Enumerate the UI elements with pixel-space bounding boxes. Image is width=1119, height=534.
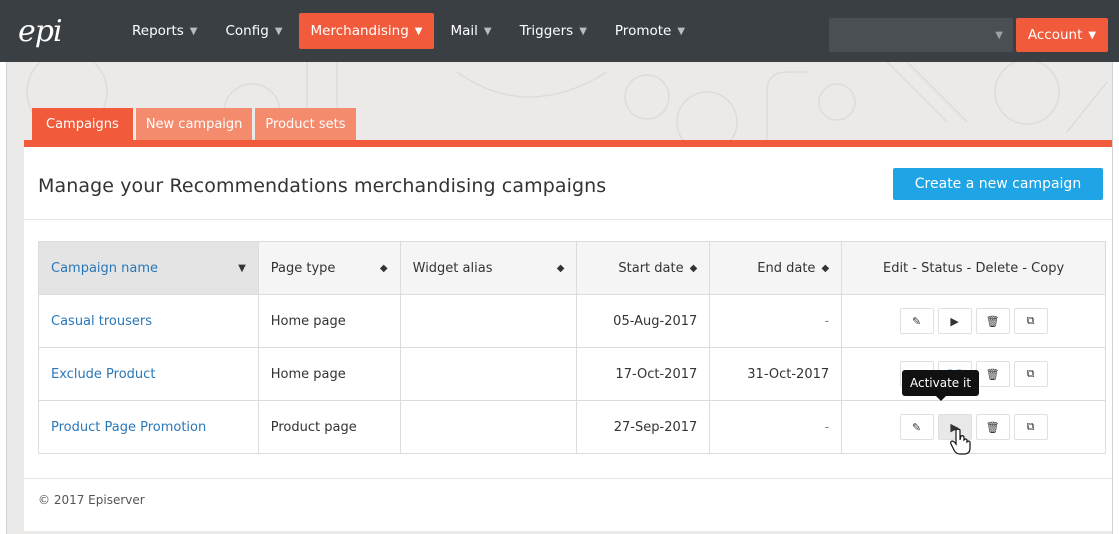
header-widget-alias[interactable]: Widget alias ◆ — [399, 241, 578, 295]
trash-icon: 🗑 — [985, 367, 1000, 381]
top-navbar: epi Reports ▼ Config ▼ Merchandising ▼ M… — [0, 0, 1119, 62]
footer-copyright: © 2017 Episerver — [38, 493, 145, 507]
cell-campaign-name[interactable]: Casual trousers — [38, 294, 259, 348]
table-row: Product Page Promotion Product page 27-S… — [38, 400, 1106, 454]
caret-down-icon: ▼ — [414, 25, 423, 37]
sort-icon: ◆ — [689, 262, 698, 274]
copy-icon: ⧉ — [1026, 420, 1035, 433]
caret-down-icon: ▼ — [189, 25, 198, 37]
delete-button[interactable]: 🗑 — [975, 414, 1010, 440]
cell-campaign-name[interactable]: Exclude Product — [38, 347, 259, 401]
edit-button[interactable]: ✎ — [899, 308, 934, 334]
nav-promote-label: Promote — [614, 23, 672, 39]
activate-button[interactable]: ▶ — [937, 308, 972, 334]
copy-button[interactable]: ⧉ — [1013, 414, 1048, 440]
cell-page-type: Home page — [257, 347, 401, 401]
cell-widget-alias — [399, 400, 578, 454]
sort-icon: ◆ — [556, 262, 565, 274]
sort-icon: ◆ — [379, 262, 388, 274]
header-start-date-label: Start date — [618, 260, 684, 276]
copy-button[interactable]: ⧉ — [1013, 361, 1048, 387]
cell-start-date: 27-Sep-2017 — [576, 400, 711, 454]
play-icon: ▶ — [950, 314, 959, 328]
nav-reports[interactable]: Reports ▼ — [120, 13, 210, 49]
caret-down-icon: ▼ — [677, 25, 686, 37]
create-campaign-button[interactable]: Create a new campaign — [893, 168, 1103, 200]
trash-icon: 🗑 — [985, 314, 1000, 328]
tab-underline-bar — [24, 140, 1112, 147]
account-button[interactable]: Account ▼ — [1016, 18, 1108, 52]
trash-icon: 🗑 — [985, 420, 1000, 434]
header-campaign-name-label: Campaign name — [51, 260, 159, 276]
table-header-row: Campaign name ▼ Page type ◆ Widget alias… — [38, 241, 1106, 295]
site-select[interactable]: ▼ — [829, 18, 1013, 52]
divider — [24, 219, 1112, 220]
header-end-date[interactable]: End date ◆ — [709, 241, 843, 295]
cell-end-date: 31-Oct-2017 — [709, 347, 843, 401]
sort-desc-icon: ▼ — [238, 262, 246, 274]
tab-campaigns[interactable]: Campaigns — [32, 108, 133, 154]
account-label: Account — [1027, 27, 1083, 43]
header-page-type[interactable]: Page type ◆ — [257, 241, 401, 295]
tab-product-sets[interactable]: Product sets — [255, 108, 356, 140]
header-end-date-label: End date — [757, 260, 816, 276]
delete-button[interactable]: 🗑 — [975, 361, 1010, 387]
pencil-icon: ✎ — [911, 420, 922, 434]
cell-actions: ✎ ▶ 🗑 ⧉ — [841, 400, 1106, 454]
campaigns-panel: Manage your Recommendations merchandisin… — [24, 147, 1112, 531]
nav-config-label: Config — [225, 23, 269, 39]
caret-down-icon: ▼ — [483, 25, 492, 37]
header-page-type-label: Page type — [270, 260, 336, 276]
nav-mail-label: Mail — [450, 23, 478, 39]
header-actions: Edit - Status - Delete - Copy — [841, 241, 1106, 295]
nav-merchandising-label: Merchandising — [310, 23, 409, 39]
nav-promote[interactable]: Promote ▼ — [603, 13, 697, 49]
caret-down-icon: ▼ — [1088, 29, 1097, 41]
nav-config[interactable]: Config ▼ — [214, 13, 295, 49]
episerver-logo[interactable]: epi — [0, 0, 120, 62]
cell-page-type: Home page — [257, 294, 401, 348]
copy-button[interactable]: ⧉ — [1013, 308, 1048, 334]
caret-down-icon: ▼ — [274, 25, 283, 37]
cell-end-date: - — [709, 400, 843, 454]
nav-triggers[interactable]: Triggers ▼ — [508, 13, 599, 49]
cell-end-date: - — [709, 294, 843, 348]
copy-icon: ⧉ — [1026, 367, 1035, 380]
caret-down-icon: ▼ — [995, 29, 1003, 41]
caret-down-icon: ▼ — [579, 25, 587, 37]
tab-new-campaign[interactable]: New campaign — [135, 108, 253, 140]
cell-start-date: 17-Oct-2017 — [576, 347, 711, 401]
campaign-link[interactable]: Exclude Product — [51, 367, 155, 382]
campaign-link[interactable]: Product Page Promotion — [51, 420, 206, 435]
cell-start-date: 05-Aug-2017 — [576, 294, 711, 348]
nav-reports-label: Reports — [132, 23, 184, 39]
page-title: Manage your Recommendations merchandisin… — [38, 175, 607, 197]
cell-actions: ✎ ▶ 🗑 ⧉ — [841, 294, 1106, 348]
cell-page-type: Product page — [257, 400, 401, 454]
divider — [24, 478, 1112, 479]
nav-mail[interactable]: Mail ▼ — [438, 13, 503, 49]
table-row: Casual trousers Home page 05-Aug-2017 - … — [38, 294, 1106, 348]
edit-button[interactable]: ✎ — [899, 414, 934, 440]
nav-triggers-label: Triggers — [519, 23, 574, 39]
header-start-date[interactable]: Start date ◆ — [576, 241, 711, 295]
campaign-link[interactable]: Casual trousers — [51, 314, 152, 329]
cell-widget-alias — [399, 347, 578, 401]
hand-cursor-icon — [950, 428, 971, 455]
sort-icon: ◆ — [821, 262, 830, 274]
cell-widget-alias — [399, 294, 578, 348]
header-widget-alias-label: Widget alias — [412, 260, 493, 276]
campaigns-table: Campaign name ▼ Page type ◆ Widget alias… — [38, 241, 1106, 454]
campaign-tabs: Campaigns New campaign Product sets — [32, 108, 359, 154]
delete-button[interactable]: 🗑 — [975, 308, 1010, 334]
nav-merchandising[interactable]: Merchandising ▼ — [298, 13, 435, 49]
header-campaign-name[interactable]: Campaign name ▼ — [38, 241, 259, 295]
pencil-icon: ✎ — [911, 314, 922, 328]
cell-campaign-name[interactable]: Product Page Promotion — [38, 400, 259, 454]
tooltip: Activate it — [902, 370, 980, 401]
copy-icon: ⧉ — [1026, 314, 1035, 327]
